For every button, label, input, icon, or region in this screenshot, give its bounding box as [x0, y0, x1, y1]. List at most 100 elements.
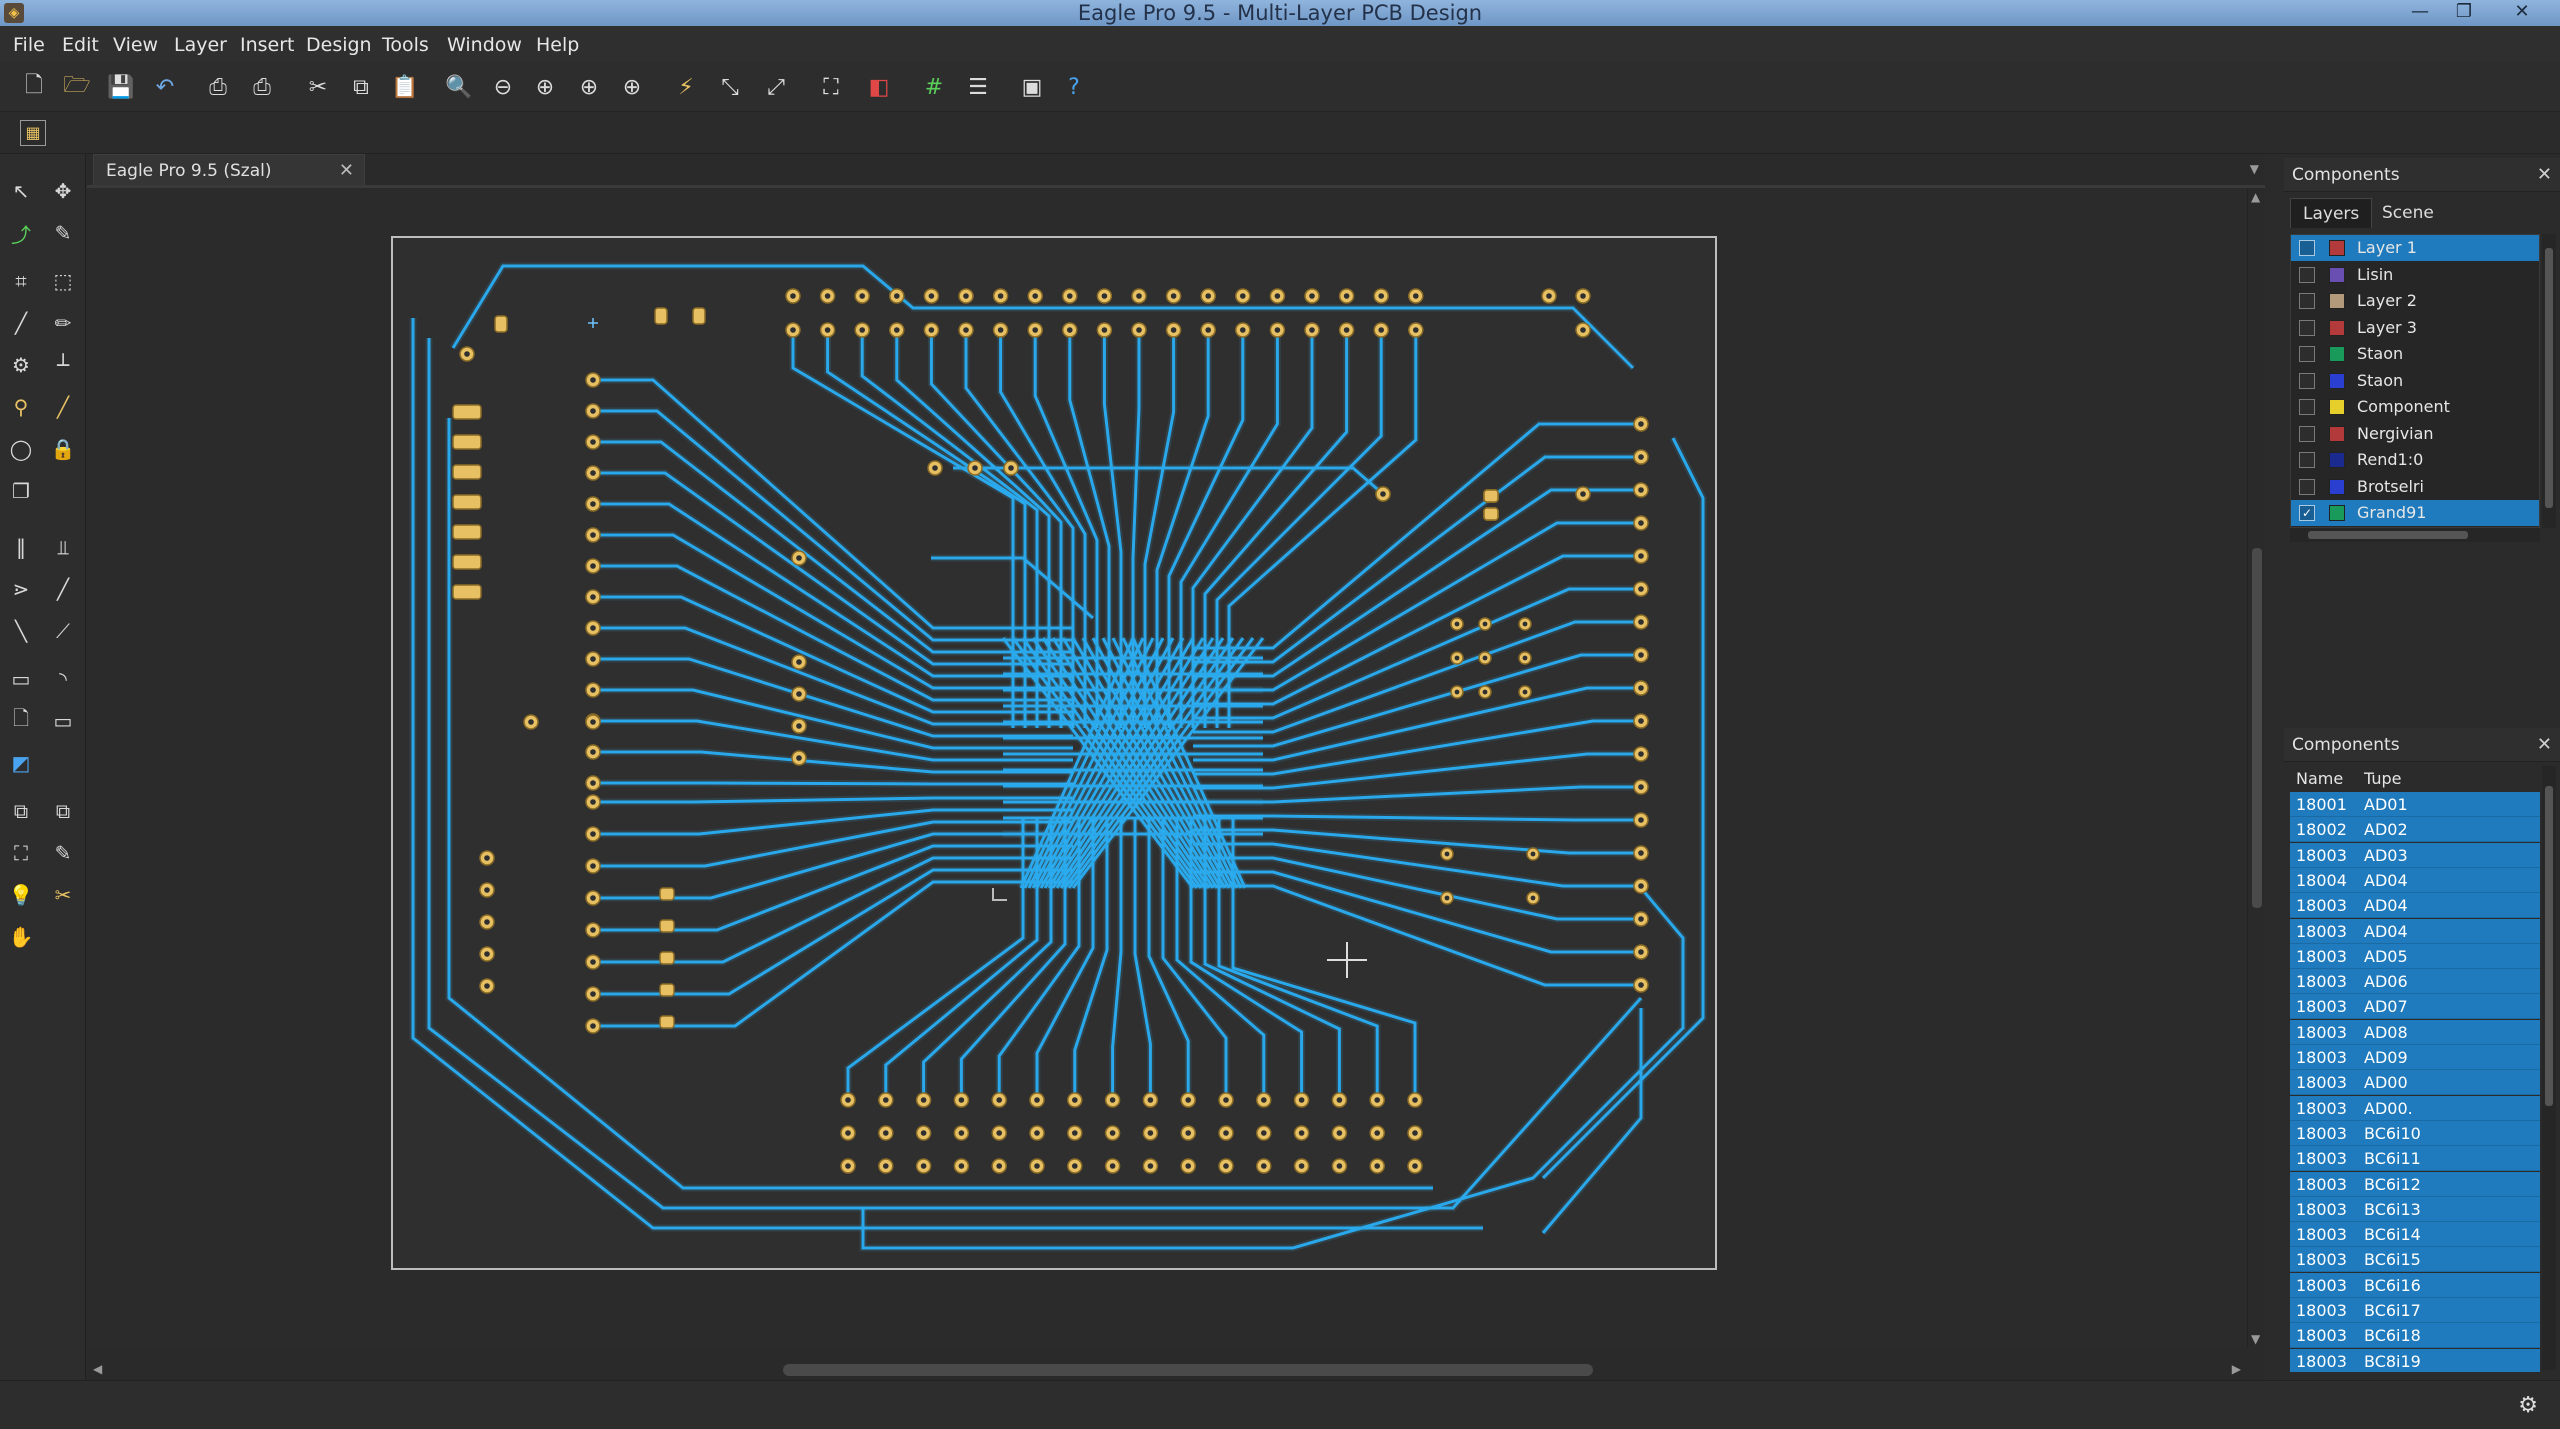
layer-row[interactable]: Component — [2291, 394, 2539, 420]
layers-panel-close-icon[interactable]: ✕ — [2537, 158, 2552, 192]
layer-visibility-checkbox[interactable] — [2299, 319, 2315, 336]
layer-row[interactable]: Lisin — [2291, 262, 2539, 288]
component-row[interactable]: 18003 BC8i19 — [2290, 1348, 2540, 1372]
replace-icon[interactable]: ⧉ — [46, 794, 80, 828]
zoom-in-icon[interactable]: ⊕ — [572, 70, 606, 104]
layer-row[interactable]: ✓ Grand91 — [2291, 500, 2539, 526]
open-folder-icon[interactable]: 🗁 — [60, 70, 94, 104]
component-row[interactable]: 18004 AD04 — [2290, 867, 2540, 893]
layer-color-swatch[interactable] — [2329, 478, 2345, 495]
column-header-name[interactable]: Name — [2296, 766, 2343, 792]
zoom-area-icon[interactable]: ⊕ — [615, 70, 649, 104]
component-row[interactable]: 18003 BC6i14 — [2290, 1222, 2540, 1248]
menu-layer[interactable]: Layer — [174, 34, 227, 56]
circle-icon[interactable]: ◯ — [4, 432, 38, 466]
bulb-icon[interactable]: 💡 — [4, 878, 38, 912]
menu-edit[interactable]: Edit — [62, 34, 99, 56]
vertical-scrollbar[interactable]: ▲ ▼ — [2247, 188, 2265, 1348]
layer-row[interactable]: Staon — [2291, 368, 2539, 394]
component-row[interactable]: 18003 AD05 — [2290, 943, 2540, 969]
scroll-right-icon[interactable]: ▶ — [2232, 1362, 2241, 1376]
layer-visibility-checkbox[interactable] — [2299, 478, 2315, 495]
pcb-board[interactable] — [391, 236, 1717, 1270]
layer-color-swatch[interactable] — [2329, 240, 2345, 256]
layer-visibility-checkbox[interactable] — [2299, 425, 2315, 442]
tab-scene[interactable]: Scene — [2370, 198, 2446, 228]
layer-row[interactable]: Rend1:0 — [2291, 447, 2539, 473]
layer-color-swatch[interactable] — [2329, 399, 2345, 415]
menu-file[interactable]: File — [13, 34, 45, 56]
menu-help[interactable]: Help — [536, 34, 579, 56]
layer-list-vertical-scrollbar[interactable] — [2542, 234, 2556, 528]
bus-icon[interactable]: ⋗ — [4, 572, 38, 606]
menu-insert[interactable]: Insert — [240, 34, 295, 56]
align-icon[interactable]: ☰ — [961, 70, 995, 104]
component-row[interactable]: 18002 AD02 — [2290, 817, 2540, 843]
fit-all-icon[interactable]: ⤢ — [759, 70, 793, 104]
component-row[interactable]: 18003 BC6i17 — [2290, 1298, 2540, 1323]
frame-icon[interactable]: ▭ — [46, 704, 80, 738]
zoom-icon[interactable]: 🔍 — [442, 70, 476, 104]
add-part-icon[interactable]: ⧉ — [4, 794, 38, 828]
ripup-icon[interactable]: ✎ — [46, 216, 80, 250]
layer-color-swatch[interactable] — [2329, 452, 2345, 468]
arc-icon[interactable]: ◝ — [46, 662, 80, 696]
layer-visibility-checkbox[interactable] — [2299, 266, 2315, 283]
zoom-fit-icon[interactable]: ⊕ — [528, 70, 562, 104]
optimize-icon[interactable]: ✂ — [46, 878, 80, 912]
layer-row[interactable]: Nergivian — [2291, 421, 2539, 447]
move-icon[interactable]: ✥ — [46, 174, 80, 208]
layer-color-swatch[interactable] — [2329, 372, 2345, 389]
gear-icon[interactable]: ⚙ — [2518, 1393, 2538, 1418]
probe-icon[interactable]: ⚲ — [4, 390, 38, 424]
component-row[interactable]: 18003 AD06 — [2290, 969, 2540, 995]
layer-color-swatch[interactable] — [2329, 293, 2345, 309]
print-preview-icon[interactable]: ⎙ — [201, 70, 235, 104]
component-row[interactable]: 18003 AD00. — [2290, 1095, 2540, 1121]
grid-icon[interactable]: # — [917, 70, 951, 104]
document-tab[interactable]: Eagle Pro 9.5 (Szal) ✕ — [93, 154, 365, 186]
align-bottom-icon[interactable]: ⫫ — [46, 530, 80, 564]
component-row[interactable]: 18001 AD01 — [2290, 792, 2540, 817]
cut-icon[interactable]: ✂ — [301, 70, 335, 104]
board-canvas[interactable] — [87, 188, 2247, 1348]
smash-icon[interactable]: ⛶ — [4, 836, 38, 870]
layer-visibility-checkbox[interactable]: ✓ — [2299, 505, 2315, 521]
layer-visibility-checkbox[interactable] — [2299, 452, 2315, 468]
layer-color-swatch[interactable] — [2329, 346, 2345, 362]
layer-setup-icon[interactable]: ▣ — [1015, 70, 1049, 104]
column-header-type[interactable]: Tupe — [2364, 766, 2401, 792]
board-outline-icon[interactable]: ⛶ — [814, 70, 848, 104]
pencil-icon[interactable]: ✏ — [46, 306, 80, 340]
menu-window[interactable]: Window — [447, 34, 522, 56]
component-row[interactable]: 18003 BC6i15 — [2290, 1247, 2540, 1273]
miter-icon[interactable]: ┴ — [46, 348, 80, 382]
via-icon[interactable]: ⟋ — [46, 614, 80, 648]
layer-row[interactable]: Brotselri — [2291, 474, 2539, 500]
hand-icon[interactable]: ✋ — [4, 920, 38, 954]
close-button[interactable]: ✕ — [2502, 0, 2542, 26]
layer-row[interactable]: Layer 3 — [2291, 315, 2539, 341]
layer-color-swatch[interactable] — [2329, 425, 2345, 442]
component-row[interactable]: 18003 BC6i10 — [2290, 1120, 2540, 1146]
rectangle-icon[interactable]: ▭ — [4, 662, 38, 696]
drc-icon[interactable]: ◧ — [862, 70, 896, 104]
components-scroll-thumb[interactable] — [2545, 786, 2553, 1106]
minimize-button[interactable]: — — [2400, 0, 2440, 26]
menu-view[interactable]: View — [113, 34, 158, 56]
components-table-scrollbar[interactable] — [2542, 766, 2556, 1370]
measure-icon[interactable]: ╱ — [46, 390, 80, 424]
gear-tool-icon[interactable]: ⚙ — [4, 348, 38, 382]
component-row[interactable]: 18003 AD04 — [2290, 893, 2540, 919]
layer-icon[interactable]: ◩ — [4, 746, 38, 780]
text-icon[interactable]: 🗋 — [4, 704, 38, 738]
layer-row[interactable]: Staon — [2291, 341, 2539, 367]
document-tab-close-icon[interactable]: ✕ — [339, 155, 354, 187]
component-row[interactable]: 18003 AD03 — [2290, 842, 2540, 868]
layer-row[interactable]: Layer 1 — [2291, 235, 2539, 261]
component-row[interactable]: 18003 AD04 — [2290, 918, 2540, 944]
ratsnest-icon[interactable]: ⤡ — [713, 70, 747, 104]
layer-visibility-checkbox[interactable] — [2299, 372, 2315, 389]
layer-visibility-checkbox[interactable] — [2299, 346, 2315, 362]
layer-row[interactable]: Layer 2 — [2291, 288, 2539, 314]
